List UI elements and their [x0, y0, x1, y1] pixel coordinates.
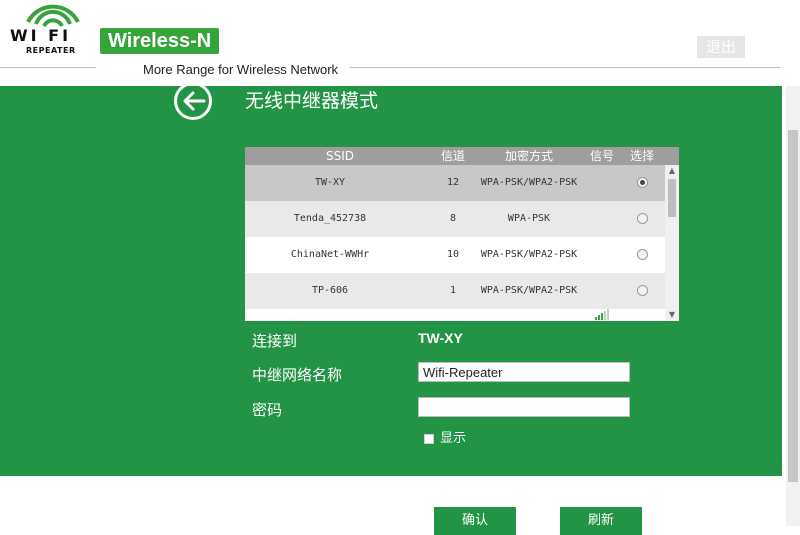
- signal-strength-icon: [594, 176, 610, 212]
- signal-cell: [587, 237, 617, 284]
- column-header-ssid: SSID: [325, 149, 354, 163]
- channel-cell: 12: [446, 177, 460, 188]
- ssid-cell: Tenda_452738: [293, 213, 367, 224]
- show-password-toggle[interactable]: 显示: [424, 427, 466, 446]
- table-row[interactable]: Tenda_452738 8 WPA-PSK: [245, 201, 665, 248]
- encryption-cell: WPA-PSK/WPA2-PSK: [480, 249, 578, 260]
- channel-cell: 10: [446, 249, 460, 260]
- encryption-cell: WPA-PSK/WPA2-PSK: [480, 177, 578, 188]
- signal-cell: [587, 273, 617, 320]
- header-divider: [0, 67, 96, 68]
- ssid-cell: TW-XY: [314, 177, 346, 188]
- table-row[interactable]: ChinaNet-WWHr 10 WPA-PSK/WPA2-PSK: [245, 237, 665, 284]
- refresh-button[interactable]: 刷新: [560, 507, 642, 535]
- logout-button[interactable]: 退出: [697, 36, 745, 58]
- network-select-radio[interactable]: [636, 212, 648, 224]
- connect-to-value: TW-XY: [418, 330, 463, 346]
- network-select-radio[interactable]: [636, 248, 648, 260]
- page-scrollbar[interactable]: [786, 86, 800, 526]
- select-cell: [627, 273, 657, 309]
- table-header: SSID 信道 加密方式 信号 选择: [245, 147, 679, 165]
- header: WI FI REPEATER Wireless-N More Range for…: [0, 0, 800, 86]
- select-cell: [627, 237, 657, 273]
- table-scroll-thumb[interactable]: [668, 179, 676, 217]
- table-row[interactable]: TP-606 1 WPA-PSK/WPA2-PSK: [245, 273, 665, 320]
- password-label: 密码: [252, 401, 283, 419]
- confirm-button[interactable]: 确认: [434, 507, 516, 535]
- wifi-logo: WI FI REPEATER: [4, 2, 94, 60]
- repeater-name-label: 中继网络名称: [252, 366, 343, 384]
- table-row[interactable]: TW-XY 12 WPA-PSK/WPA2-PSK: [245, 165, 665, 212]
- logo-repeater-text: REPEATER: [26, 46, 76, 55]
- connect-to-label: 连接到: [252, 332, 298, 350]
- column-header-channel: 信道: [440, 149, 465, 163]
- wifi-icon: [26, 4, 80, 28]
- scroll-down-arrow-icon[interactable]: ▼: [665, 309, 679, 321]
- page-scroll-thumb[interactable]: [788, 130, 798, 482]
- select-cell: [627, 201, 657, 237]
- arrow-left-icon: [183, 91, 206, 111]
- signal-cell: [587, 201, 617, 248]
- header-divider: [350, 67, 780, 68]
- signal-strength-icon: [594, 212, 610, 248]
- column-header-select: 选择: [629, 149, 654, 163]
- signal-strength-icon: [594, 248, 610, 284]
- channel-cell: 8: [449, 213, 457, 224]
- network-select-radio[interactable]: [636, 284, 648, 296]
- show-password-checkbox[interactable]: [424, 433, 434, 444]
- back-button[interactable]: [174, 82, 212, 120]
- network-table: SSID 信道 加密方式 信号 选择 TW-XY 12 WPA-PSK/WPA2-P…: [245, 147, 679, 321]
- column-header-signal: 信号: [589, 149, 614, 163]
- signal-cell: [587, 165, 617, 212]
- logo-wifi-text: WI FI: [10, 26, 72, 45]
- signal-strength-icon: [594, 284, 610, 320]
- channel-cell: 1: [449, 285, 457, 296]
- scroll-up-arrow-icon[interactable]: ▲: [665, 165, 679, 177]
- brand-badge: Wireless-N: [100, 28, 220, 54]
- encryption-cell: WPA-PSK/WPA2-PSK: [480, 285, 578, 296]
- select-cell: [627, 165, 657, 201]
- table-scrollbar[interactable]: ▲ ▼: [665, 165, 679, 321]
- tagline: More Range for Wireless Network: [143, 62, 339, 77]
- column-header-encryption: 加密方式: [504, 149, 553, 163]
- ssid-cell: ChinaNet-WWHr: [290, 249, 370, 260]
- show-password-label: 显示: [440, 431, 467, 446]
- ssid-cell: TP-606: [311, 285, 349, 296]
- network-select-radio[interactable]: [636, 176, 648, 188]
- page-title: 无线中继器模式: [245, 90, 379, 112]
- encryption-cell: WPA-PSK: [507, 213, 551, 224]
- password-input[interactable]: [418, 397, 630, 417]
- repeater-name-input[interactable]: Wifi-Repeater: [418, 362, 630, 382]
